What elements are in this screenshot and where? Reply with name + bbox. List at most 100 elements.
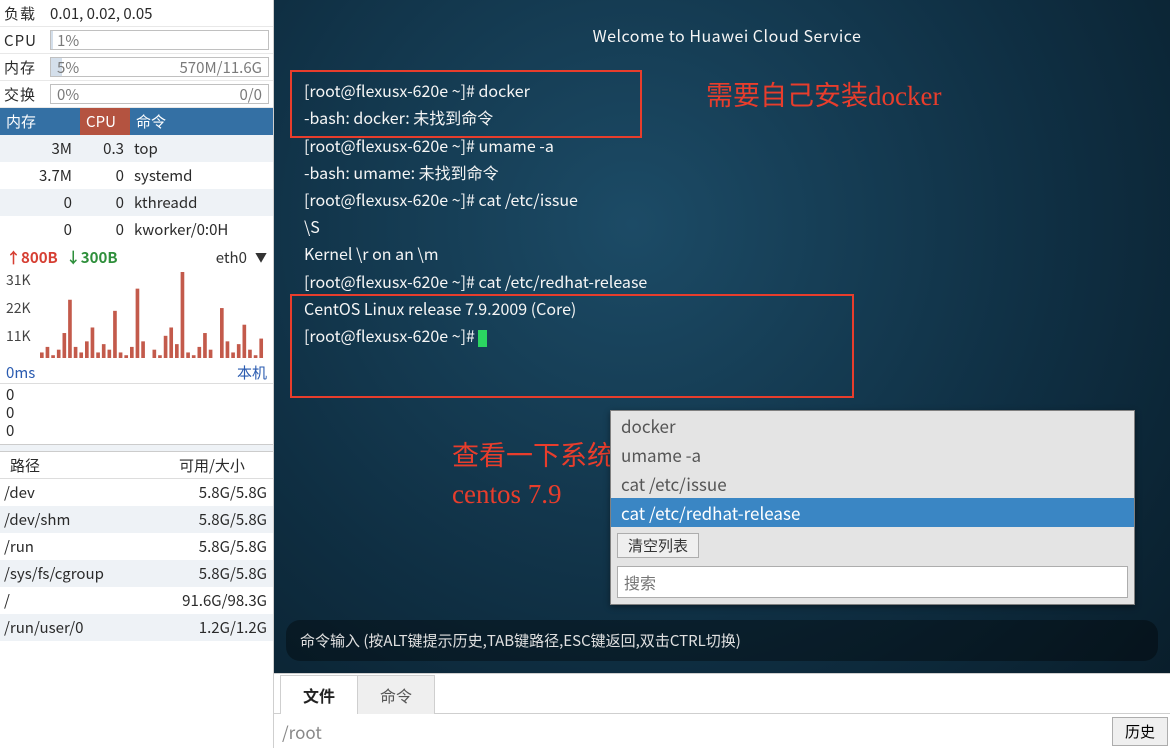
fs-row[interactable]: /sys/fs/cgroup 5.8G/5.8G — [0, 560, 273, 587]
cpu-row: CPU 1% — [0, 27, 273, 54]
fs-row[interactable]: /dev/shm 5.8G/5.8G — [0, 506, 273, 533]
terminal-line: [root@flexusx-620e ~]# cat /etc/redhat-r… — [304, 268, 1150, 295]
proc-mem: 0 — [0, 192, 80, 213]
proc-mem: 3M — [0, 138, 80, 159]
terminal-line: [root@flexusx-620e ~]# cat /etc/issue — [304, 186, 1150, 213]
pathbar: 历史 — [274, 714, 1170, 748]
fs-path: /run/user/0 — [0, 617, 151, 638]
tab-command[interactable]: 命令 — [357, 675, 435, 714]
terminal-line: CentOS Linux release 7.9.2009 (Core) — [304, 295, 1150, 322]
fs-path: / — [0, 590, 151, 611]
proc-mem: 3.7M — [0, 165, 80, 186]
swap-bar: 0% 0/0 — [50, 84, 269, 104]
fs-header: 路径 可用/大小 — [0, 452, 273, 479]
fs-size: 5.8G/5.8G — [151, 563, 273, 584]
fs-size: 5.8G/5.8G — [151, 536, 273, 557]
footer: 文件 命令 历史 — [274, 673, 1170, 748]
fs-separator — [0, 444, 273, 452]
ping-v0: 0 — [6, 384, 267, 402]
cpu-percent: 1% — [57, 30, 79, 51]
proc-cpu: 0 — [80, 192, 130, 213]
terminal-line: [root@flexusx-620e ~]# — [304, 322, 1150, 349]
fs-path: /run — [0, 536, 151, 557]
fs-row[interactable]: /dev 5.8G/5.8G — [0, 479, 273, 506]
right-pane: Welcome to Huawei Cloud Service [root@fl… — [274, 0, 1170, 748]
ytick-22k: 22K — [6, 298, 31, 318]
cpu-bar: 1% — [50, 30, 269, 50]
fs-size: 1.2G/1.2G — [151, 617, 273, 638]
swap-detail: 0/0 — [239, 84, 262, 105]
terminal-line: [root@flexusx-620e ~]# umame -a — [304, 132, 1150, 159]
history-item[interactable]: umame -a — [611, 440, 1134, 469]
path-input[interactable] — [274, 715, 1112, 748]
cursor-icon — [478, 330, 487, 347]
tab-files[interactable]: 文件 — [280, 675, 358, 714]
net-chart: 31K 22K 11K — [4, 272, 273, 358]
mem-percent: 5% — [57, 57, 79, 78]
mem-detail: 570M/11.6G — [179, 57, 262, 78]
fs-row[interactable]: /run 5.8G/5.8G — [0, 533, 273, 560]
process-table-body: 3M 0.3 top3.7M 0 systemd0 0 kthreadd0 0 … — [0, 135, 273, 243]
mem-label: 内存 — [4, 57, 50, 78]
swap-row: 交换 0% 0/0 — [0, 81, 273, 108]
ping-row: 0ms 本机 — [0, 362, 273, 384]
ytick-11k: 11K — [6, 326, 31, 346]
fs-path: /dev — [0, 482, 151, 503]
ping-local-label[interactable]: 本机 — [237, 362, 267, 383]
fs-size: 5.8G/5.8G — [151, 482, 273, 503]
annotation-text-docker: 需要自己安装docker — [706, 78, 941, 114]
history-search-input[interactable] — [617, 566, 1128, 598]
ping-grid: 0 0 0 — [0, 384, 273, 444]
history-item[interactable]: cat /etc/redhat-release — [611, 498, 1134, 527]
col-cmd[interactable]: 命令 — [130, 108, 273, 135]
history-panel: dockerumame -acat /etc/issuecat /etc/red… — [610, 410, 1135, 605]
mem-row: 内存 5% 570M/11.6G — [0, 54, 273, 81]
col-cpu[interactable]: CPU — [80, 108, 130, 135]
ping-v1: 0 — [6, 402, 267, 420]
fs-row[interactable]: / 91.6G/98.3G — [0, 587, 273, 614]
table-row[interactable]: 3M 0.3 top — [0, 135, 273, 162]
table-row[interactable]: 0 0 kthreadd — [0, 189, 273, 216]
proc-cpu: 0.3 — [80, 138, 130, 159]
clear-history-button[interactable]: 清空列表 — [617, 533, 699, 558]
fs-path: /sys/fs/cgroup — [0, 563, 151, 584]
net-up: ↑800B — [6, 247, 58, 268]
proc-mem: 0 — [0, 219, 80, 240]
fs-size: 91.6G/98.3G — [151, 590, 273, 611]
mem-bar: 5% 570M/11.6G — [50, 57, 269, 77]
fs-col-avail[interactable]: 可用/大小 — [151, 455, 273, 476]
proc-cpu: 0 — [80, 219, 130, 240]
net-header: ↑800B ↓300B eth0 ▼ — [0, 243, 273, 270]
proc-cpu: 0 — [80, 165, 130, 186]
fs-row[interactable]: /run/user/0 1.2G/1.2G — [0, 614, 273, 641]
net-bars — [40, 272, 265, 358]
proc-cmd: systemd — [130, 165, 273, 186]
terminal-line: -bash: umame: 未找到命令 — [304, 159, 1150, 186]
tabbar: 文件 命令 — [274, 674, 1170, 714]
col-mem[interactable]: 内存 — [0, 108, 80, 135]
terminal-body: [root@flexusx-620e ~]# docker-bash: dock… — [304, 77, 1150, 349]
table-row[interactable]: 3.7M 0 systemd — [0, 162, 273, 189]
ping-rtt: 0ms — [6, 362, 35, 383]
annotation-text-sys2: centos 7.9 — [452, 476, 561, 512]
history-button[interactable]: 历史 — [1112, 717, 1168, 746]
net-iface[interactable]: eth0 — [216, 247, 247, 268]
load-label: 负载 — [4, 3, 50, 24]
fs-col-path[interactable]: 路径 — [0, 455, 151, 476]
proc-cmd: kworker/0:0H — [130, 219, 273, 240]
fs-size: 5.8G/5.8G — [151, 509, 273, 530]
welcome-line: Welcome to Huawei Cloud Service — [304, 22, 1150, 49]
command-input-hint[interactable]: 命令输入 (按ALT键提示历史,TAB键路径,ESC键返回,双击CTRL切换) — [286, 620, 1158, 661]
terminal-line: Kernel \r on an \m — [304, 240, 1150, 267]
history-item[interactable]: docker — [611, 411, 1134, 440]
chevron-down-icon[interactable]: ▼ — [255, 249, 267, 266]
swap-percent: 0% — [57, 84, 79, 105]
table-row[interactable]: 0 0 kworker/0:0H — [0, 216, 273, 243]
history-item[interactable]: cat /etc/issue — [611, 469, 1134, 498]
terminal-line: \S — [304, 213, 1150, 240]
net-down: ↓300B — [66, 247, 118, 268]
system-sidebar: 负载 0.01, 0.02, 0.05 CPU 1% 内存 5% 570M/11… — [0, 0, 274, 748]
history-items: dockerumame -acat /etc/issuecat /etc/red… — [611, 411, 1134, 527]
load-values: 0.01, 0.02, 0.05 — [50, 3, 153, 24]
proc-cmd: kthreadd — [130, 192, 273, 213]
